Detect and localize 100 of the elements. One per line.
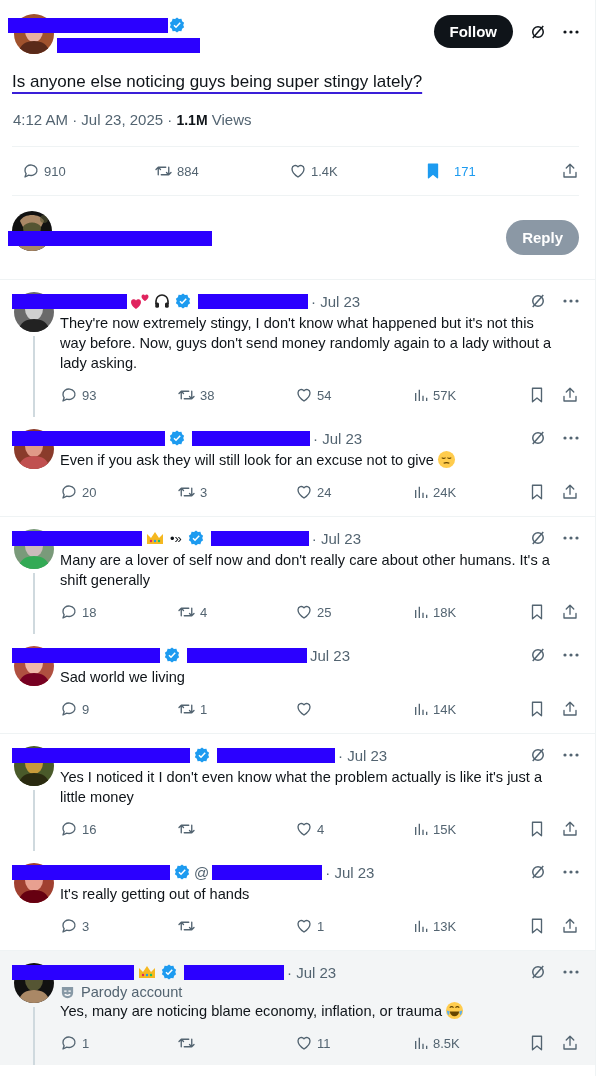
repost-count: 4 xyxy=(200,604,208,620)
post-date[interactable]: · Jul 23 xyxy=(287,963,337,981)
verified-badge-icon xyxy=(163,646,181,664)
verified-badge-icon xyxy=(193,746,211,764)
reply-text: Yes, many are noticing blame economy, inflation, or trauma xyxy=(60,1003,443,1019)
crown-icon xyxy=(137,964,157,980)
upload-icon xyxy=(561,1034,579,1052)
verified-badge-icon xyxy=(168,16,186,34)
slashed-circle-icon[interactable] xyxy=(529,529,547,547)
more-icon[interactable] xyxy=(563,652,579,658)
reply-text: They're now extremely stingy, I don't know what happened but it's not this way before. Now, guys don't send money randomly again to a lady without a lady asking. xyxy=(60,315,552,371)
hearts-icon xyxy=(130,292,150,310)
speech-bubble-icon xyxy=(60,1034,78,1052)
reply-count: 9 xyxy=(82,701,90,717)
like-count: 1.4K xyxy=(311,163,338,179)
speech-bubble-icon xyxy=(60,820,78,838)
more-icon[interactable] xyxy=(563,435,579,441)
mask-icon xyxy=(60,984,75,1000)
view-count: 18K xyxy=(433,604,457,620)
follow-button[interactable]: Follow xyxy=(433,15,513,48)
bar-chart-icon xyxy=(413,821,429,837)
heart-icon xyxy=(295,700,313,718)
slashed-circle-icon[interactable] xyxy=(529,23,547,41)
upload-icon xyxy=(561,162,579,180)
like-count: 25 xyxy=(317,604,332,620)
post-date[interactable]: · Jul 23 xyxy=(311,292,361,310)
reply-text: Sad world we living xyxy=(60,669,185,685)
verified-badge-icon xyxy=(174,292,192,310)
view-count: 15K xyxy=(433,821,457,837)
repost-count: 1 xyxy=(200,701,208,717)
slashed-circle-icon[interactable] xyxy=(529,646,547,664)
view-count: 14K xyxy=(433,701,457,717)
slashed-circle-icon[interactable] xyxy=(529,429,547,447)
bar-chart-icon xyxy=(413,484,429,500)
verified-badge-icon xyxy=(160,963,178,981)
heart-icon xyxy=(295,483,313,501)
reply-text: Yes I noticed it I don't even know what the problem actually is like it's just a little money xyxy=(60,769,542,805)
heart-icon xyxy=(289,162,307,180)
bar-chart-icon xyxy=(413,918,429,934)
reply-count: 3 xyxy=(82,918,90,934)
bookmark-count: 171 xyxy=(454,163,476,179)
more-icon[interactable] xyxy=(563,298,579,304)
slashed-circle-icon[interactable] xyxy=(529,746,547,764)
upload-icon xyxy=(561,603,579,621)
heart-icon xyxy=(295,820,313,838)
post-date[interactable]: Jul 23 xyxy=(310,646,351,664)
post-date[interactable]: · Jul 23 xyxy=(325,863,375,881)
crown-icon xyxy=(145,530,165,546)
verified-badge-icon xyxy=(186,529,205,547)
upload-icon xyxy=(561,700,579,718)
reply-count: 18 xyxy=(82,604,97,620)
post-date[interactable]: · Jul 23 xyxy=(311,529,361,547)
speech-bubble-icon xyxy=(60,603,78,621)
upload-icon xyxy=(561,820,579,838)
more-icon[interactable] xyxy=(563,29,579,35)
sad-face-emoji-icon xyxy=(436,450,456,469)
reply-count: 16 xyxy=(82,821,97,837)
parody-label: Parody account xyxy=(81,984,183,1000)
like-count: 24 xyxy=(317,484,332,500)
post-date[interactable]: · Jul 23 xyxy=(313,429,363,447)
view-count: 57K xyxy=(433,387,457,403)
upload-icon xyxy=(561,483,579,501)
reply-count: 20 xyxy=(82,484,97,500)
post-text: Is anyone else noticing guys being super stingy lately? xyxy=(12,72,424,92)
bar-chart-icon xyxy=(413,1035,429,1051)
name-symbols: •» xyxy=(170,530,182,546)
slashed-circle-icon[interactable] xyxy=(529,292,547,310)
reply-text: Even if you ask they will still look for an excuse not to give xyxy=(60,452,434,468)
upload-icon xyxy=(561,917,579,935)
bar-chart-icon xyxy=(413,604,429,620)
bar-chart-icon xyxy=(413,387,429,403)
heart-icon xyxy=(295,603,313,621)
more-icon[interactable] xyxy=(563,869,579,875)
verified-badge-icon xyxy=(173,863,191,881)
like-count: 11 xyxy=(317,1035,331,1051)
heart-icon xyxy=(295,917,313,935)
slashed-circle-icon[interactable] xyxy=(529,863,547,881)
reply-text: Many are a lover of self now and don't really care about other humans. It's a shift generally xyxy=(60,552,550,588)
speech-bubble-icon xyxy=(60,917,78,935)
like-count: 54 xyxy=(317,387,332,403)
reply-text: It's really getting out of hands xyxy=(60,886,250,902)
verified-badge-icon xyxy=(168,429,186,447)
more-icon[interactable] xyxy=(563,535,579,541)
post-date[interactable]: · Jul 23 xyxy=(338,746,388,764)
reply-count: 1 xyxy=(82,1035,90,1051)
view-count: 24K xyxy=(433,484,457,500)
upload-icon xyxy=(561,386,579,404)
repost-count: 884 xyxy=(177,163,199,179)
repost-count: 3 xyxy=(200,484,208,500)
at-sign: @ xyxy=(194,863,210,881)
heart-icon xyxy=(295,386,313,404)
view-count: 13K xyxy=(433,918,457,934)
post-meta: 4:12 AM · Jul 23, 2025 · 1.1M Views xyxy=(13,111,253,128)
speech-bubble-icon xyxy=(60,386,78,404)
reply-count: 910 xyxy=(44,163,66,179)
more-icon[interactable] xyxy=(563,752,579,758)
speech-bubble-icon xyxy=(22,162,40,180)
headphones-icon xyxy=(153,292,171,310)
speech-bubble-icon xyxy=(60,483,78,501)
speech-bubble-icon xyxy=(60,700,78,718)
